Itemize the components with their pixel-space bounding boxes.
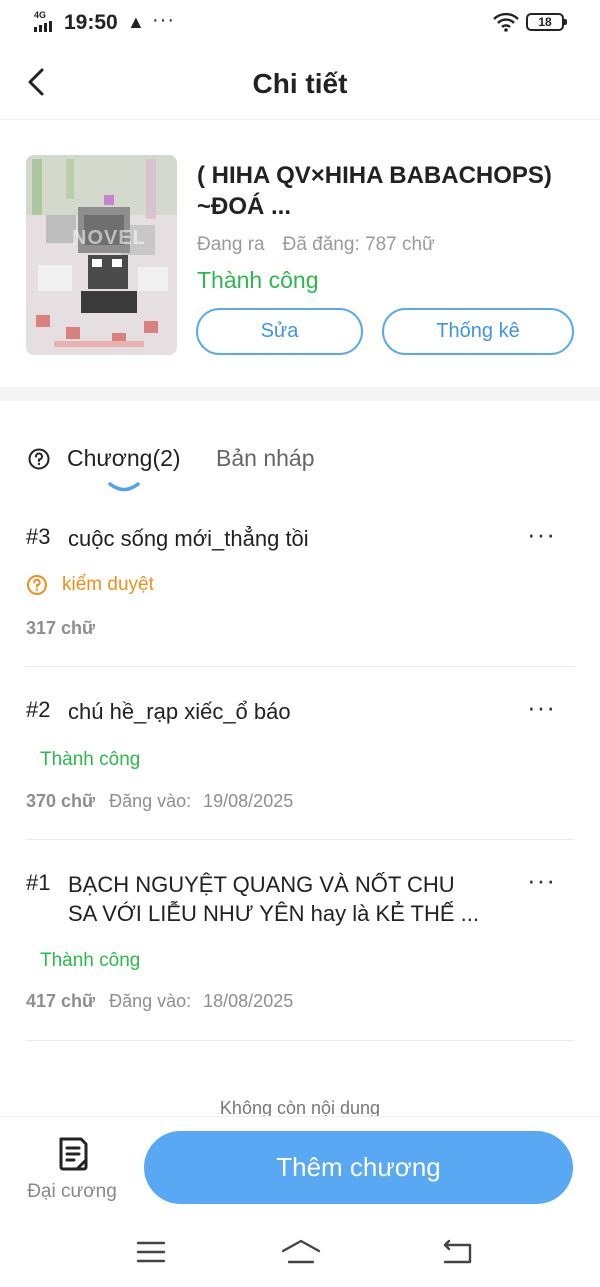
chapter-title: chú hề_rạp xiếc_ổ báo xyxy=(68,699,291,724)
tab-drafts[interactable]: Bản nháp xyxy=(216,445,314,472)
status-bar: 4G 19:50 ▲ ··· 18 xyxy=(0,0,600,48)
home-icon[interactable] xyxy=(280,1238,322,1266)
chapter-tabs: Chương(2) Bản nháp xyxy=(0,401,600,501)
chapter-number: #2 xyxy=(26,697,51,722)
chapter-status: kiểm duyệt xyxy=(26,574,154,596)
add-chapter-button[interactable]: Thêm chương xyxy=(144,1131,573,1204)
chapter-info: 317 chữ xyxy=(26,618,95,639)
back-nav-icon[interactable] xyxy=(440,1238,474,1266)
app-header: Chi tiết xyxy=(0,48,600,120)
wifi-icon xyxy=(493,12,519,32)
cover-art xyxy=(26,155,177,355)
chapter-word-count: 370 chữ xyxy=(26,791,96,811)
page-title: Chi tiết xyxy=(252,68,348,99)
chapter-number: #3 xyxy=(26,524,51,549)
more-options-icon[interactable]: ··· xyxy=(527,521,556,547)
chapter-info: 417 chữ Đăng vào: 18/08/2025 xyxy=(26,991,293,1012)
network-type: 4G xyxy=(34,10,47,20)
battery-icon: 18 xyxy=(526,13,567,31)
chapter-status: Thành công xyxy=(40,950,141,971)
chapter-status: Thành công xyxy=(40,749,141,770)
review-icon xyxy=(27,575,47,595)
menu-icon[interactable] xyxy=(135,1238,167,1266)
outline-label: Đại cương xyxy=(27,1181,117,1202)
publish-date-label: Đăng vào: xyxy=(109,791,192,811)
story-state: Đang ra xyxy=(197,234,265,255)
document-list-icon xyxy=(59,1137,88,1171)
more-options-icon[interactable]: ··· xyxy=(527,867,556,893)
publish-date: 19/08/2025 xyxy=(203,791,294,811)
publish-date-label: Đăng vào: xyxy=(109,991,192,1011)
story-title: ( HIHA QV×HIHA BABACHOPS) ~ĐOÁ ... xyxy=(197,162,552,220)
outline-button[interactable]: Đại cương xyxy=(20,1133,124,1209)
status-more-icon: ··· xyxy=(152,9,175,31)
signal-icon: 4G xyxy=(34,10,58,32)
section-divider xyxy=(0,387,600,401)
active-tab-indicator xyxy=(108,482,140,492)
system-navigation-bar xyxy=(0,1226,600,1287)
story-cover-image[interactable]: NOVEL xyxy=(26,155,177,355)
chapter-title: cuộc sống mới_thẳng tồi xyxy=(68,526,309,551)
story-word-count: Đã đăng: 787 chữ xyxy=(282,234,435,255)
chapter-row[interactable]: #1 BẠCH NGUYỆT QUANG VÀ NỐT CHU SA VỚI L… xyxy=(26,867,574,1041)
more-options-icon[interactable]: ··· xyxy=(527,694,556,720)
cover-watermark: NOVEL xyxy=(72,227,146,249)
question-circle-icon[interactable] xyxy=(28,448,50,470)
statistics-button[interactable]: Thống kê xyxy=(382,308,574,355)
edit-button[interactable]: Sửa xyxy=(196,308,363,355)
chapter-word-count: 317 chữ xyxy=(26,618,96,638)
clock: 19:50 xyxy=(64,11,118,34)
chapter-status-label: kiểm duyệt xyxy=(62,574,154,595)
bottom-action-bar: Đại cương Thêm chương xyxy=(0,1116,600,1226)
chapter-row[interactable]: #2 chú hề_rạp xiếc_ổ báo ··· Thành công … xyxy=(26,694,574,840)
warning-triangle-icon: ▲ xyxy=(127,12,145,32)
story-status: Thành công xyxy=(197,267,319,293)
story-card: NOVEL ( HIHA QV×HIHA BABACHOPS) ~ĐOÁ ...… xyxy=(0,121,600,387)
publish-date: 18/08/2025 xyxy=(203,991,294,1011)
chapter-word-count: 417 chữ xyxy=(26,991,96,1011)
story-meta: Đang ra Đã đăng: 787 chữ xyxy=(197,234,435,256)
chapter-info: 370 chữ Đăng vào: 19/08/2025 xyxy=(26,791,293,812)
chapter-row[interactable]: #3 cuộc sống mới_thẳng tồi ··· kiểm duyệ… xyxy=(26,521,574,667)
chapter-number: #1 xyxy=(26,870,51,895)
chapter-title: BẠCH NGUYỆT QUANG VÀ NỐT CHU SA VỚI LIỄU… xyxy=(68,872,479,926)
tab-chapters[interactable]: Chương(2) xyxy=(67,445,181,472)
